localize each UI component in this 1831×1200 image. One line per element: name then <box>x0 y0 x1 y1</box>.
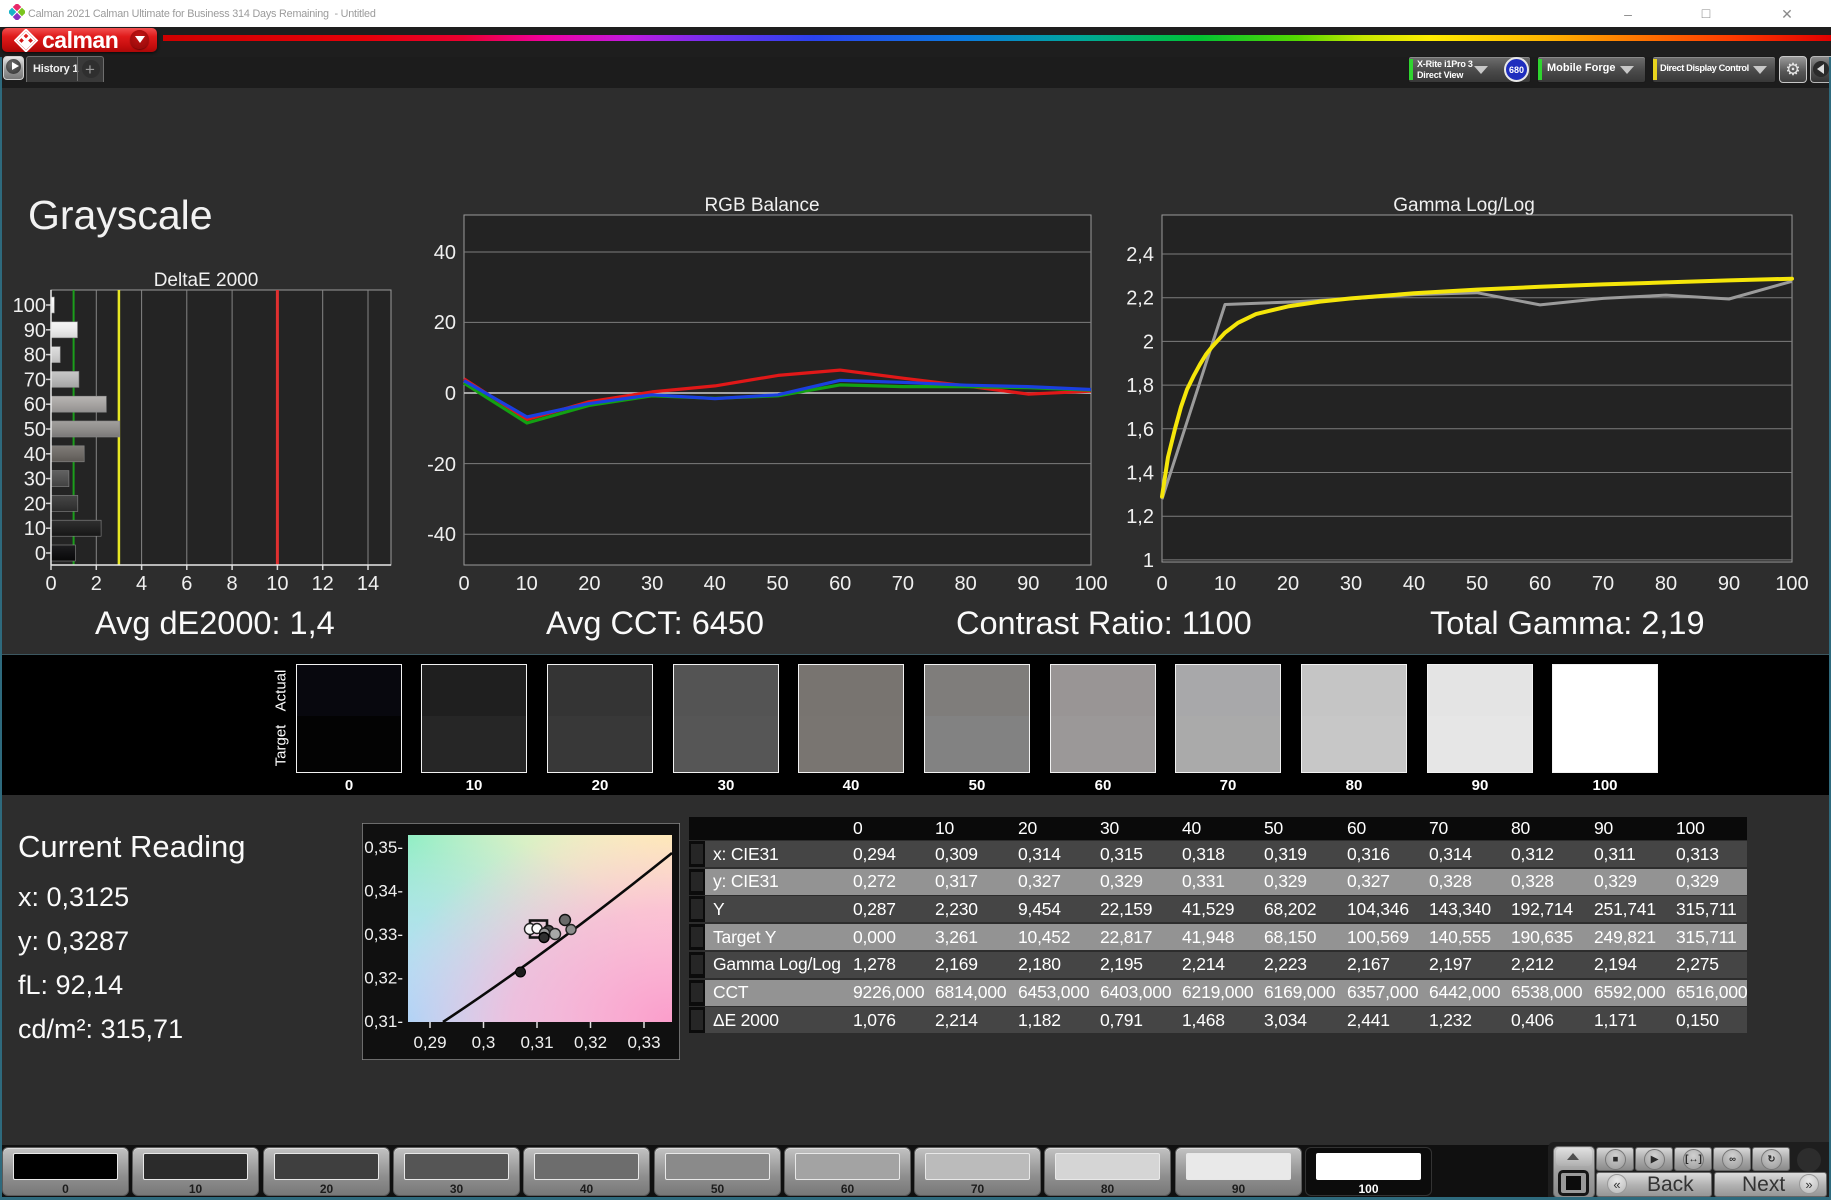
svg-text:90: 90 <box>1718 573 1740 595</box>
svg-text:40: 40 <box>704 573 726 595</box>
svg-text:1,6: 1,6 <box>1126 419 1154 441</box>
svg-text:8: 8 <box>227 573 238 595</box>
svg-text:30: 30 <box>24 469 46 491</box>
svg-text:10: 10 <box>516 573 538 595</box>
svg-text:30: 30 <box>1340 573 1362 595</box>
svg-text:90: 90 <box>1017 573 1039 595</box>
svg-text:1: 1 <box>1143 550 1154 572</box>
svg-text:0: 0 <box>1156 573 1167 595</box>
svg-text:0: 0 <box>35 543 46 565</box>
svg-text:60: 60 <box>24 394 46 416</box>
svg-text:-40: -40 <box>427 524 456 546</box>
svg-text:RGB Balance: RGB Balance <box>704 195 819 216</box>
svg-text:50: 50 <box>766 573 788 595</box>
svg-text:70: 70 <box>892 573 914 595</box>
svg-text:20: 20 <box>434 312 456 334</box>
svg-text:0: 0 <box>445 383 456 405</box>
svg-text:60: 60 <box>829 573 851 595</box>
svg-text:80: 80 <box>24 345 46 367</box>
svg-text:100: 100 <box>1074 573 1107 595</box>
svg-text:6: 6 <box>181 573 192 595</box>
svg-text:0,33: 0,33 <box>627 1033 660 1052</box>
svg-text:50: 50 <box>1466 573 1488 595</box>
svg-text:50: 50 <box>24 419 46 441</box>
svg-text:2: 2 <box>91 573 102 595</box>
svg-text:40: 40 <box>434 242 456 264</box>
svg-text:10: 10 <box>1214 573 1236 595</box>
svg-text:90: 90 <box>24 320 46 342</box>
svg-text:2: 2 <box>1143 331 1154 353</box>
svg-text:2,2: 2,2 <box>1126 288 1154 310</box>
svg-text:0,34-: 0,34- <box>364 882 403 901</box>
svg-text:12: 12 <box>312 573 334 595</box>
svg-text:0,3: 0,3 <box>472 1033 496 1052</box>
svg-text:0,33-: 0,33- <box>364 925 403 944</box>
svg-text:70: 70 <box>24 369 46 391</box>
svg-text:20: 20 <box>1277 573 1299 595</box>
svg-text:1,2: 1,2 <box>1126 506 1154 528</box>
svg-text:-20: -20 <box>427 454 456 476</box>
svg-text:0: 0 <box>458 573 469 595</box>
svg-text:0,32-: 0,32- <box>364 969 403 988</box>
svg-text:60: 60 <box>1529 573 1551 595</box>
svg-text:0,31-: 0,31- <box>364 1012 403 1031</box>
svg-text:10: 10 <box>266 573 288 595</box>
svg-text:20: 20 <box>24 493 46 515</box>
svg-text:70: 70 <box>1592 573 1614 595</box>
svg-text:20: 20 <box>578 573 600 595</box>
svg-text:0: 0 <box>45 573 56 595</box>
svg-text:DeltaE 2000: DeltaE 2000 <box>154 270 259 291</box>
svg-text:14: 14 <box>357 573 379 595</box>
svg-text:80: 80 <box>1655 573 1677 595</box>
svg-text:4: 4 <box>136 573 147 595</box>
svg-text:1,4: 1,4 <box>1126 463 1154 485</box>
svg-text:0,32: 0,32 <box>574 1033 607 1052</box>
svg-text:0,29: 0,29 <box>413 1033 446 1052</box>
svg-text:100: 100 <box>13 295 46 317</box>
svg-text:80: 80 <box>954 573 976 595</box>
svg-text:10: 10 <box>24 518 46 540</box>
svg-text:30: 30 <box>641 573 663 595</box>
svg-text:2,4: 2,4 <box>1126 244 1154 266</box>
svg-text:Gamma Log/Log: Gamma Log/Log <box>1393 195 1535 216</box>
svg-text:40: 40 <box>24 444 46 466</box>
svg-text:1,8: 1,8 <box>1126 375 1154 397</box>
svg-text:0,31: 0,31 <box>520 1033 553 1052</box>
svg-text:100: 100 <box>1775 573 1808 595</box>
svg-text:40: 40 <box>1403 573 1425 595</box>
svg-text:0,35-: 0,35- <box>364 838 403 857</box>
